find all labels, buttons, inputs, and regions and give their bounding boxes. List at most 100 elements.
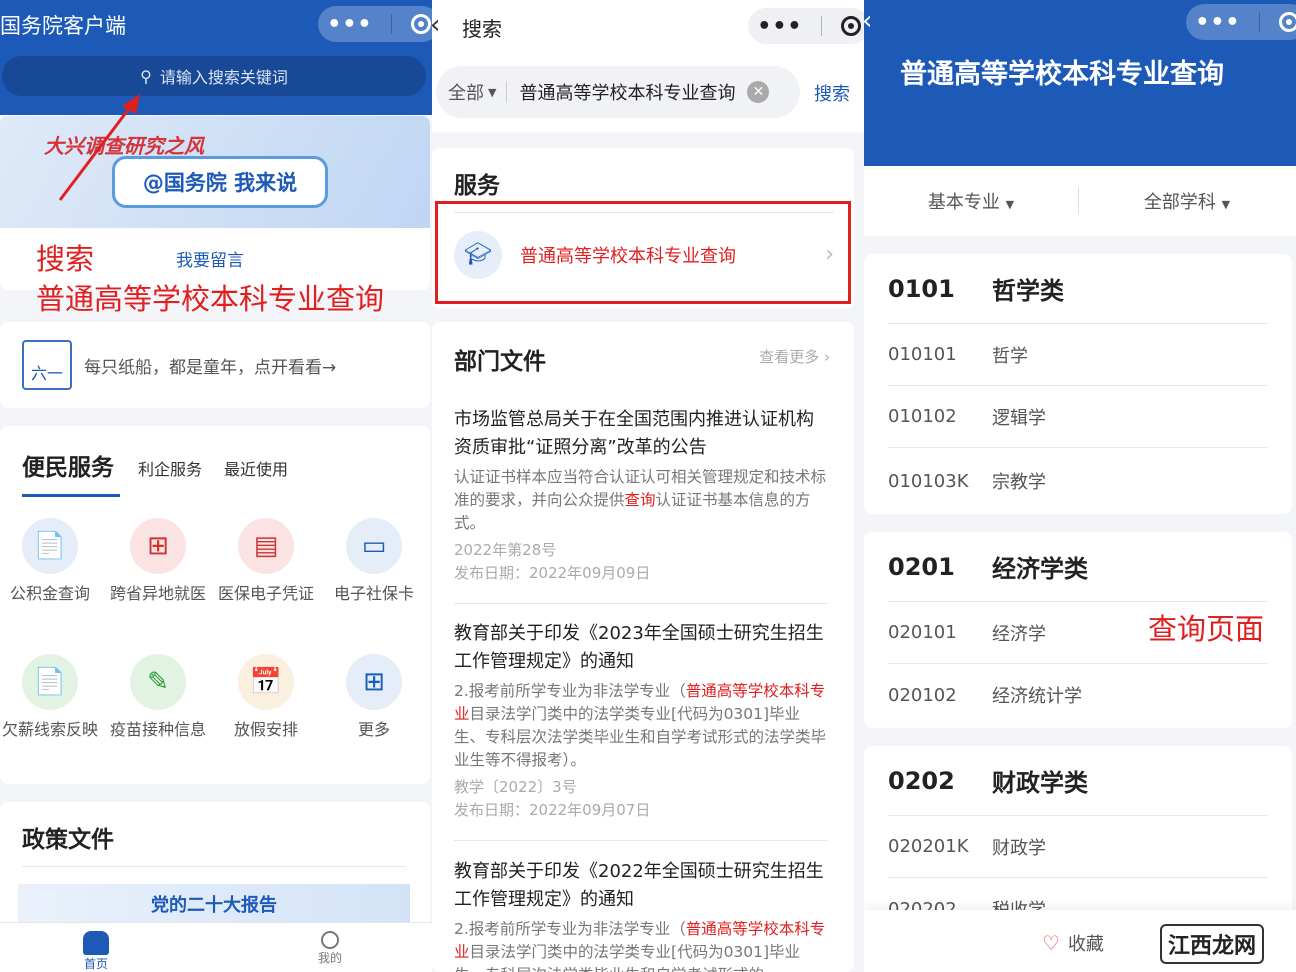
bottom-nav: 首页 我的 [0,922,432,972]
service-label: 放假安排 [233,720,298,739]
service-label: 更多 [357,720,390,739]
major-row[interactable]: 010102 逻辑学 [888,386,1268,448]
major-name: 逻辑学 [992,407,1046,429]
service-fund[interactable]: 📄 公积金查询 [0,518,104,605]
search-field[interactable]: 全部 ▼ 普通高等学校本科专业查询 ✕ [436,66,800,118]
group-name: 财政学类 [992,769,1088,797]
article-2[interactable]: 教育部关于印发《2023年全国硕士研究生招生工作管理规定》的通知 2.报考前所学… [454,620,828,841]
service-medical-cert[interactable]: ▤ 医保电子凭证 [212,518,320,605]
clear-icon[interactable]: ✕ [747,81,770,103]
more-icon[interactable]: ••• [757,14,802,39]
close-miniapp-icon[interactable] [1278,12,1296,32]
service-wage[interactable]: 📄 欠薪线索反映 [0,654,104,741]
capsule-menu: ••• [748,8,864,44]
article-date: 发布日期：2022年09月09日 [454,564,651,582]
filter-major-type[interactable]: 基本专业 ▼ [864,188,1078,214]
major-code: 020201K [888,836,969,857]
service-label: 欠薪线索反映 [1,720,98,739]
calendar-icon: 📅 [238,654,294,710]
favorite-button[interactable]: ♡ 收藏 [1042,930,1104,956]
article-1[interactable]: 市场监管总局关于在全国范围内推进认证机构资质审批“证照分离”改革的公告 认证证书… [454,406,828,604]
service-result-item[interactable]: 🎓︎ 普通高等学校本科专业查询 › [454,212,834,296]
service-more[interactable]: ⊞ 更多 [320,654,428,741]
group-header[interactable]: 0101 哲学类 [888,254,1268,324]
article-title: 教育部关于印发《2022年全国硕士研究生招生工作管理规定》的通知 [454,861,824,910]
search-placeholder: 请输入搜索关键词 [159,68,288,87]
card-icon: ▭ [346,518,402,574]
policy-title: 政策文件 [22,827,114,853]
service-label: 疫苗接种信息 [109,720,206,739]
major-row[interactable]: 010103K 宗教学 [888,450,1268,512]
home-panel: 国务院客户端 ••• ⚲ 请输入搜索关键词 大兴调查研究之风 @国务院 我来说 我… [0,0,432,972]
leave-message-link[interactable]: 我要留言 [176,246,244,271]
article-snippet: 2.报考前所学专业为非法学专业（普通高等学校本科专业目录法学门类中的法学类专业[… [454,920,826,972]
article-date: 发布日期：2022年09月07日 [454,801,651,819]
graduation-cap-icon: 🎓︎ [454,230,502,279]
article-3[interactable]: 教育部关于印发《2022年全国硕士研究生招生工作管理规定》的通知 2.报考前所学… [454,858,828,972]
article-title: 教育部关于印发《2023年全国硕士研究生招生工作管理规定》的通知 [454,623,824,672]
service-label: 公积金查询 [9,584,90,603]
wage-icon: 📄 [22,654,78,710]
service-label: 电子社保卡 [333,584,414,603]
article-doc-no: 2022年第28号 [454,541,557,559]
policy-divider [22,866,406,867]
annotation-query: 普通高等学校本科专业查询 [36,282,385,316]
vaccine-icon: ✎ [130,654,186,710]
fund-icon: 📄 [22,518,78,574]
major-code: 020101 [888,622,957,643]
group-header[interactable]: 0201 经济学类 [888,532,1268,602]
user-icon [321,931,339,949]
service-holiday[interactable]: 📅 放假安排 [212,654,320,741]
article-doc-no: 教学〔2022〕3号 [454,778,577,796]
group-code: 0202 [888,766,955,795]
capsule-menu: ••• [318,6,432,42]
policy-item[interactable]: 党的二十大报告 [18,884,410,924]
scope-select[interactable]: 全部 [448,79,484,105]
nav-mine-label: 我的 [317,951,342,965]
search-query[interactable]: 普通高等学校本科专业查询 [519,79,735,105]
heart-icon: ♡ [1042,931,1060,955]
back-icon[interactable]: ‹ [864,6,872,36]
search-input[interactable]: ⚲ 请输入搜索关键词 [2,56,426,96]
service-label: 医保电子凭证 [217,584,314,603]
home-icon [83,931,109,955]
see-more-link[interactable]: 查看更多 › [759,346,830,367]
annotation-search: 搜索 [36,242,95,276]
id-card-icon: ▤ [238,518,294,574]
group-header[interactable]: 0202 财政学类 [888,746,1268,816]
filter-major-type-label: 基本专业 [927,192,1000,213]
back-icon[interactable]: ‹ [432,10,440,40]
more-icon[interactable]: ••• [327,12,372,37]
tab-convenience[interactable]: 便民服务 [22,448,114,482]
major-row[interactable]: 020201K 财政学 [888,816,1268,878]
close-miniapp-icon[interactable] [840,16,861,36]
article-snippet: 2.报考前所学专业为非法学专业（普通高等学校本科专业目录法学门类中的法学类专业[… [454,682,827,769]
watermark-text: 江西龙网 [1168,933,1257,959]
filter-bar: 基本专业 ▼ 全部学科 ▼ [864,166,1296,236]
more-icon[interactable]: ••• [1195,10,1240,35]
banner-headline-text: @国务院 我来说 [142,171,298,195]
nav-home[interactable]: 首页 [76,931,116,972]
search-button[interactable]: 搜索 [814,80,850,106]
nav-mine[interactable]: 我的 [310,931,350,966]
major-row[interactable]: 020102 经济统计学 [888,664,1268,726]
notice-card[interactable]: 六一 每只纸船，都是童年，点开看看→ [0,322,430,408]
service-result-label: 普通高等学校本科专业查询 [520,245,736,267]
filter-discipline[interactable]: 全部学科 ▼ [1079,188,1295,214]
notice-icon: 六一 [22,340,72,390]
major-row[interactable]: 010101 哲学 [888,324,1268,386]
grid-icon: ⊞ [346,654,402,710]
nav-home-label: 首页 [83,957,108,971]
favorite-label: 收藏 [1067,934,1104,955]
tab-recent[interactable]: 最近使用 [224,456,288,480]
annotation-arrow [58,94,140,201]
close-miniapp-icon[interactable] [410,14,431,34]
group-name: 经济学类 [992,555,1088,583]
major-name: 哲学 [992,345,1028,367]
service-medical-offsite[interactable]: ⊞ 跨省异地就医 [104,518,212,605]
service-vaccine[interactable]: ✎ 疫苗接种信息 [104,654,212,741]
service-social-card[interactable]: ▭ 电子社保卡 [320,518,428,605]
major-code: 010101 [888,344,957,365]
tab-enterprise[interactable]: 利企服务 [138,456,202,480]
service-label: 跨省异地就医 [109,584,206,603]
